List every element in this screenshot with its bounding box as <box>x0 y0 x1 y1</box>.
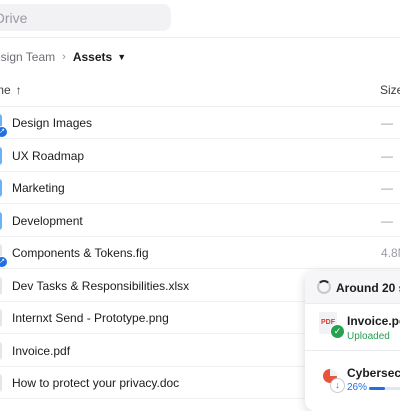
folder-icon <box>0 179 2 197</box>
transfer-file-name: Cybersecu <box>347 366 400 380</box>
transfer-time-remaining: Around 20 se <box>336 281 400 295</box>
file-name: Development <box>12 213 83 228</box>
progress-bar <box>369 387 400 390</box>
size-column-header[interactable]: Size <box>380 83 400 97</box>
file-size: — <box>381 148 393 163</box>
file-name: Internxt Send - Prototype.png <box>12 311 169 325</box>
breadcrumb: esign Team › Assets ▼ <box>0 49 126 65</box>
file-name: Dev Tasks & Responsibilities.xlsx <box>12 278 190 293</box>
folder-icon <box>0 211 2 230</box>
file-size: 4.8M <box>381 246 400 260</box>
file-name: Invoice.pdf <box>12 343 71 358</box>
file-name: How to protect your privacy.doc <box>12 376 180 390</box>
file-icon <box>0 374 2 392</box>
file-name: Marketing <box>12 181 65 195</box>
sort-arrow-up-icon: ↑ <box>15 83 22 97</box>
transfer-status: Uploaded <box>347 331 390 342</box>
search-bar[interactable]: in Drive <box>0 4 171 31</box>
chevron-right-icon: › <box>62 51 66 63</box>
file-icon <box>0 341 2 360</box>
search-placeholder: in Drive <box>0 10 28 26</box>
file-size: — <box>381 213 393 228</box>
transfer-panel: Around 20 se PDF ✓ Invoice.pd Uploaded ↓… <box>305 271 400 411</box>
file-row[interactable]: ↗ Components & Tokens.fig 4.8M <box>0 237 400 269</box>
name-column-header[interactable]: me↑ <box>0 83 22 97</box>
shared-link-icon: ↗ <box>0 256 8 268</box>
column-header: me↑ Size <box>0 80 400 100</box>
file-size: — <box>381 116 393 130</box>
folder-row[interactable]: Marketing — <box>0 172 400 204</box>
file-size: — <box>381 181 393 195</box>
loading-spinner-icon <box>317 280 331 294</box>
transfer-panel-header[interactable]: Around 20 se <box>305 271 400 304</box>
transfer-file-name: Invoice.pd <box>347 314 400 328</box>
header-divider <box>0 37 400 38</box>
transfer-percent: 26% <box>347 382 368 393</box>
download-arrow-icon: ↓ <box>330 378 345 393</box>
file-icon <box>0 309 2 327</box>
folder-row[interactable]: Development — <box>0 205 400 237</box>
folder-row[interactable]: UX Roadmap — <box>0 140 400 172</box>
caret-down-icon[interactable]: ▼ <box>117 52 126 62</box>
check-icon: ✓ <box>330 324 345 339</box>
breadcrumb-current[interactable]: Assets <box>73 50 112 64</box>
file-icon <box>0 276 2 295</box>
progress-bar-fill <box>369 387 385 390</box>
folder-row[interactable]: ↗ Design Images — <box>0 107 400 139</box>
transfer-item: PDF ✓ Invoice.pd Uploaded <box>305 304 400 351</box>
shared-link-icon: ↗ <box>0 126 8 138</box>
file-name: Design Images <box>12 116 93 130</box>
file-name: UX Roadmap <box>12 148 85 163</box>
file-name: Components & Tokens.fig <box>12 246 149 260</box>
folder-icon <box>0 146 2 165</box>
transfer-item: ↓ Cybersecu 26% <box>305 358 400 404</box>
breadcrumb-parent[interactable]: esign Team <box>0 50 55 64</box>
